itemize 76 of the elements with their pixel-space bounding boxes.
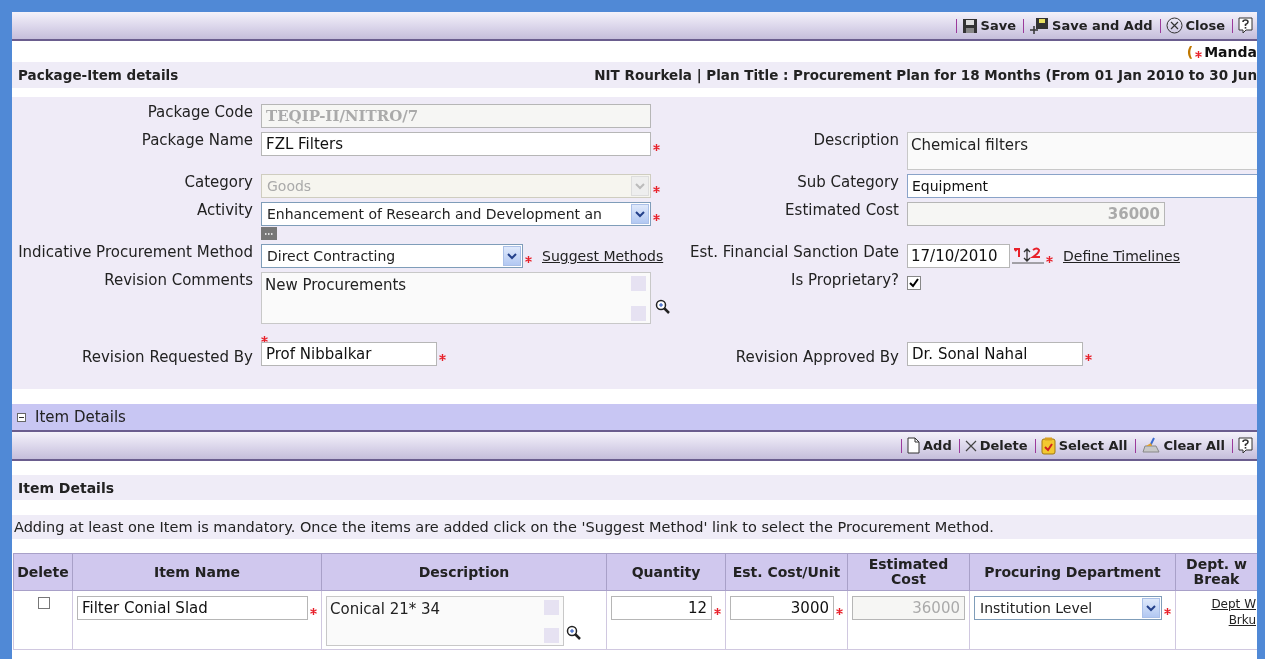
checkbox[interactable] [907,276,921,290]
column-header: Dept. w Break [1175,553,1257,591]
broom-icon [1140,437,1161,454]
chevron-down-icon[interactable] [635,210,645,218]
required-icon [1164,607,1171,615]
collapse-icon[interactable] [17,412,26,422]
close-icon [1165,17,1183,34]
section-title: Item Details [35,408,126,426]
magnifier-plus-icon[interactable] [655,299,670,314]
toolbar-button[interactable]: Select All [1040,436,1128,455]
define-timelines-link[interactable]: Define Timelines [1063,248,1180,264]
input-field[interactable]: Equipment [907,174,1257,198]
column-header: Estimated Cost [847,553,970,591]
delete-checkbox[interactable] [38,597,50,609]
toolbar-button[interactable]: Add [907,437,952,454]
help-icon[interactable] [1238,17,1253,34]
plan-title: NIT Rourkela | Plan Title : Procurement Plan for 18 Months (From 01 Jan 2010 to 30 Jun [594,67,1257,83]
clipboard-check-icon [1040,436,1056,455]
input-field[interactable]: 3000 [730,596,834,620]
toolbar-button[interactable]: Clear All [1140,437,1225,454]
field-label: Package Code [147,104,253,121]
field-label: Revision Comments [104,272,253,289]
field-label: Is Proprietary? [791,272,899,289]
field-label: Description [813,132,899,149]
toolbar-button[interactable]: Save [961,17,1017,34]
chevron-down-icon[interactable] [1146,604,1156,612]
field-label: Estimated Cost [785,202,899,219]
dropdown[interactable]: Enhancement of Research and Development an [261,202,651,226]
field-label: Revision Approved By [735,349,899,366]
dropdown[interactable]: Institution Level [974,596,1162,620]
text-area[interactable]: Chemical filters [907,132,1257,170]
text-area[interactable]: Conical 21* 34 [326,596,564,646]
toolbar-button[interactable]: Delete [964,438,1028,453]
magnifier-plus-icon[interactable] [566,625,581,640]
required-icon [836,607,843,615]
input-field[interactable]: FZL Filters [261,132,651,156]
input-field[interactable]: Filter Conial Slad [77,596,308,620]
toolbar-button[interactable]: Save and Add [1029,16,1153,35]
column-header: Procuring Department [969,553,1176,591]
required-icon [714,607,721,615]
date-field[interactable]: 17/10/2010 [907,244,1010,268]
help-icon[interactable] [1238,437,1253,454]
field-label: Est. Financial Sanction Date [690,244,899,261]
toolbar-button[interactable]: Close [1165,17,1225,34]
date-picker-icon[interactable] [1012,246,1044,266]
mandatory-note: ( [1186,43,1194,60]
dropdown[interactable]: Direct Contracting [261,244,523,268]
required-icon [1195,51,1203,58]
field-label: Sub Category [797,174,899,191]
field-label: Package Name [141,132,253,149]
field-label: Revision Requested By [81,349,253,366]
info-text: Adding at least one Item is mandatory. Once the items are added click on the 'Suggest Method' link to select the Procurement Method. [14,519,994,535]
field-label: Indicative Procurement Method [18,244,253,261]
page-title: Package-Item details [18,67,179,83]
chevron-down-icon[interactable] [507,252,517,260]
floppy-plus-icon [1029,16,1050,35]
text-area[interactable]: New Procurements [261,272,651,324]
required-icon [310,607,317,615]
section-header[interactable]: Item Details [12,404,1257,432]
field-label: Category [184,174,253,191]
input-field[interactable]: 12 [611,596,712,620]
dots-icon[interactable] [265,232,273,235]
column-header: Description [321,553,607,591]
column-header: Est. Cost/Unit [725,553,848,591]
ellipsis-button[interactable] [261,227,277,240]
input-field[interactable]: Dr. Sonal Nahal [907,342,1083,366]
input-field[interactable]: Prof Nibbalkar [261,342,437,366]
subsection-title: Item Details [18,479,115,496]
cross-icon [964,439,977,452]
suggest-methods-link[interactable]: Suggest Methods [542,248,664,264]
column-header: Quantity [606,553,726,591]
mandatory-note: Manda [1204,43,1257,60]
field-label: Activity [196,202,253,219]
column-header: Delete [13,553,73,591]
page-icon [907,437,920,454]
column-header: Item Name [72,553,322,591]
